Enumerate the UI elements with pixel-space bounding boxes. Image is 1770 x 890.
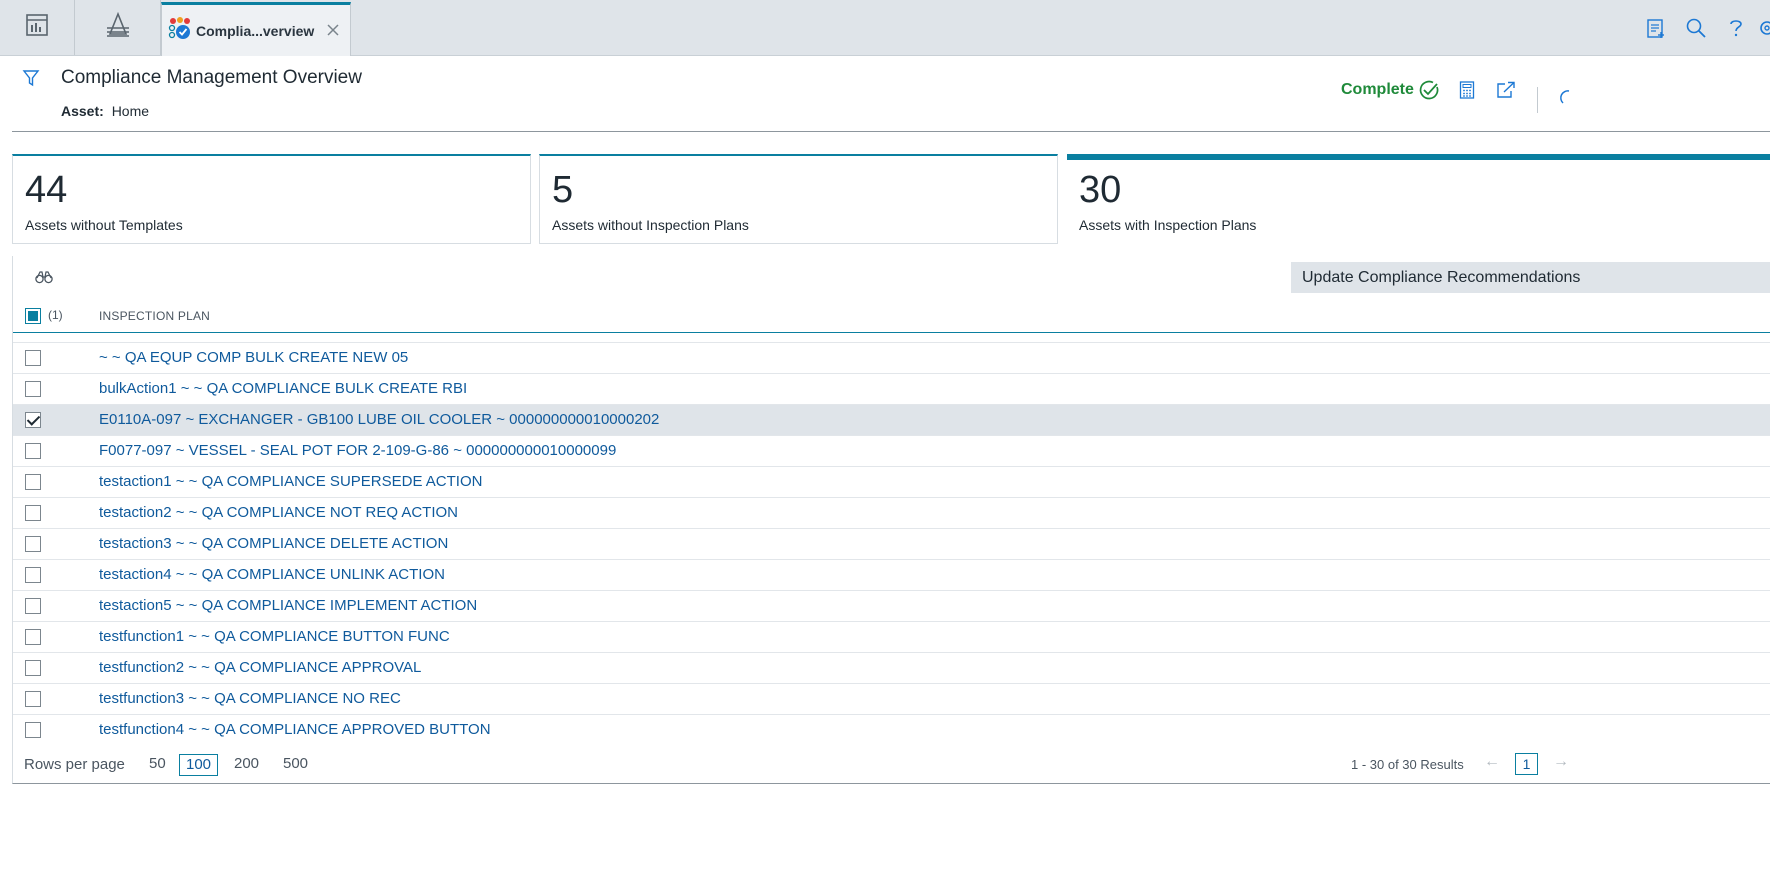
header-separator <box>1537 87 1538 113</box>
dashboard-icon <box>25 13 49 42</box>
inspection-plan-link[interactable]: testaction4 ~ ~ QA COMPLIANCE UNLINK ACT… <box>99 566 445 583</box>
table-row[interactable]: testfunction1 ~ ~ QA COMPLIANCE BUTTON F… <box>13 621 1770 652</box>
card-assets-without-inspection-plans[interactable]: 5 Assets without Inspection Plans <box>539 154 1058 244</box>
row-checkbox[interactable] <box>25 660 41 676</box>
row-checkbox[interactable] <box>25 505 41 521</box>
selected-count: (1) <box>48 308 63 322</box>
asset-value: Home <box>111 103 150 119</box>
compliance-app-icon <box>168 16 192 45</box>
row-checkbox[interactable] <box>25 536 41 552</box>
open-external-icon[interactable] <box>1496 81 1516 104</box>
asset-hierarchy-nav-button[interactable] <box>76 0 161 55</box>
table-row[interactable]: testaction5 ~ ~ QA COMPLIANCE IMPLEMENT … <box>13 590 1770 621</box>
table-row[interactable]: testaction3 ~ ~ QA COMPLIANCE DELETE ACT… <box>13 528 1770 559</box>
table-row[interactable]: testfunction3 ~ ~ QA COMPLIANCE NO REC <box>13 683 1770 714</box>
header-divider <box>12 131 1770 132</box>
tab-label: Complia...verview <box>196 22 315 39</box>
row-checkbox[interactable] <box>25 412 41 428</box>
update-compliance-recommendations-button[interactable]: Update Compliance Recommendations <box>1291 262 1770 293</box>
rows-per-page-option-selected[interactable]: 100 <box>179 754 219 776</box>
search-icon[interactable] <box>1676 0 1716 56</box>
card-count: 44 <box>25 169 68 211</box>
calculator-icon[interactable] <box>1459 81 1475 104</box>
dashboard-nav-button[interactable] <box>0 0 75 55</box>
row-checkbox[interactable] <box>25 443 41 459</box>
inspection-plan-grid: Update Compliance Recommendations (1) IN… <box>12 256 1770 784</box>
table-row[interactable]: ~ ~ QA EQUP COMP BULK CREATE NEW 05 <box>13 342 1770 373</box>
next-page-icon[interactable]: → <box>1553 753 1569 771</box>
inspection-plan-link[interactable]: testfunction2 ~ ~ QA COMPLIANCE APPROVAL <box>99 659 421 676</box>
inspection-plan-link[interactable]: ~ ~ QA EQUP COMP BULK CREATE NEW 05 <box>99 349 408 366</box>
inspection-plan-link[interactable]: testaction2 ~ ~ QA COMPLIANCE NOT REQ AC… <box>99 504 458 521</box>
rows-per-page-option[interactable]: 500 <box>277 754 314 776</box>
pager: Rows per page 50 100 200 500 1 - 30 of 3… <box>12 746 1770 784</box>
row-checkbox[interactable] <box>25 629 41 645</box>
table-row[interactable]: testfunction4 ~ ~ QA COMPLIANCE APPROVED… <box>13 714 1770 745</box>
refresh-icon[interactable] <box>1557 87 1570 112</box>
card-label: Assets with Inspection Plans <box>1079 217 1257 233</box>
row-checkbox[interactable] <box>25 474 41 490</box>
card-assets-without-templates[interactable]: 44 Assets without Templates <box>12 154 531 244</box>
inspection-plan-link[interactable]: testfunction3 ~ ~ QA COMPLIANCE NO REC <box>99 690 401 707</box>
card-count: 5 <box>552 169 574 211</box>
table-row[interactable]: testaction4 ~ ~ QA COMPLIANCE UNLINK ACT… <box>13 559 1770 590</box>
row-checkbox[interactable] <box>25 598 41 614</box>
row-checkbox[interactable] <box>25 381 41 397</box>
column-header-inspection-plan[interactable]: INSPECTION PLAN <box>99 309 210 323</box>
asset-context: Asset: Home <box>61 103 149 119</box>
table-row[interactable]: E0110A-097 ~ EXCHANGER - GB100 LUBE OIL … <box>13 404 1770 435</box>
row-checkbox[interactable] <box>25 691 41 707</box>
top-tab-bar: Complia...verview <box>0 0 1770 56</box>
rows-per-page-option[interactable]: 50 <box>143 754 172 776</box>
inspection-plan-link[interactable]: testaction5 ~ ~ QA COMPLIANCE IMPLEMENT … <box>99 597 477 614</box>
add-report-icon[interactable] <box>1636 0 1676 56</box>
grid-rows: ~ ~ QA EQUP COMP BULK CREATE NEW 05 bulkA… <box>13 342 1770 745</box>
current-page[interactable]: 1 <box>1515 753 1538 775</box>
top-right-toolbar <box>1636 0 1770 56</box>
asset-hierarchy-icon <box>105 11 131 43</box>
inspection-plan-link[interactable]: bulkAction1 ~ ~ QA COMPLIANCE BULK CREAT… <box>99 380 467 397</box>
table-row[interactable]: testaction2 ~ ~ QA COMPLIANCE NOT REQ AC… <box>13 497 1770 528</box>
card-count: 30 <box>1079 169 1122 211</box>
inspection-plan-link[interactable]: testfunction4 ~ ~ QA COMPLIANCE APPROVED… <box>99 721 491 738</box>
table-row[interactable]: bulkAction1 ~ ~ QA COMPLIANCE BULK CREAT… <box>13 373 1770 404</box>
row-checkbox[interactable] <box>25 722 41 738</box>
page-title: Compliance Management Overview <box>61 67 362 88</box>
status-complete-label: Complete <box>1341 81 1414 98</box>
row-checkbox[interactable] <box>25 350 41 366</box>
card-assets-with-inspection-plans[interactable]: 30 Assets with Inspection Plans <box>1067 154 1770 256</box>
previous-page-icon[interactable]: ← <box>1484 753 1500 771</box>
table-row[interactable]: F0077-097 ~ VESSEL - SEAL POT FOR 2-109-… <box>13 435 1770 466</box>
complete-check-icon[interactable] <box>1418 79 1440 106</box>
rows-per-page-label: Rows per page <box>24 756 125 773</box>
inspection-plan-link[interactable]: F0077-097 ~ VESSEL - SEAL POT FOR 2-109-… <box>99 442 616 459</box>
select-all-checkbox[interactable] <box>25 308 41 324</box>
tab-compliance-overview[interactable]: Complia...verview <box>161 2 351 56</box>
inspection-plan-link[interactable]: testaction3 ~ ~ QA COMPLIANCE DELETE ACT… <box>99 535 448 552</box>
close-icon[interactable] <box>326 23 340 42</box>
table-row[interactable]: testfunction2 ~ ~ QA COMPLIANCE APPROVAL <box>13 652 1770 683</box>
card-label: Assets without Templates <box>25 217 183 233</box>
row-checkbox[interactable] <box>25 567 41 583</box>
asset-label: Asset: <box>61 103 104 119</box>
settings-icon[interactable] <box>1756 0 1770 56</box>
inspection-plan-link[interactable]: E0110A-097 ~ EXCHANGER - GB100 LUBE OIL … <box>99 411 659 428</box>
filter-icon[interactable] <box>22 69 40 92</box>
help-icon[interactable] <box>1716 0 1756 56</box>
table-row[interactable]: testaction1 ~ ~ QA COMPLIANCE SUPERSEDE … <box>13 466 1770 497</box>
inspection-plan-link[interactable]: testaction1 ~ ~ QA COMPLIANCE SUPERSEDE … <box>99 473 482 490</box>
rows-per-page-option[interactable]: 200 <box>228 754 265 776</box>
results-summary: 1 - 30 of 30 Results <box>1351 757 1464 772</box>
grid-header: (1) INSPECTION PLAN <box>13 300 1770 333</box>
binoculars-icon[interactable] <box>35 270 53 289</box>
card-label: Assets without Inspection Plans <box>552 217 749 233</box>
inspection-plan-link[interactable]: testfunction1 ~ ~ QA COMPLIANCE BUTTON F… <box>99 628 450 645</box>
